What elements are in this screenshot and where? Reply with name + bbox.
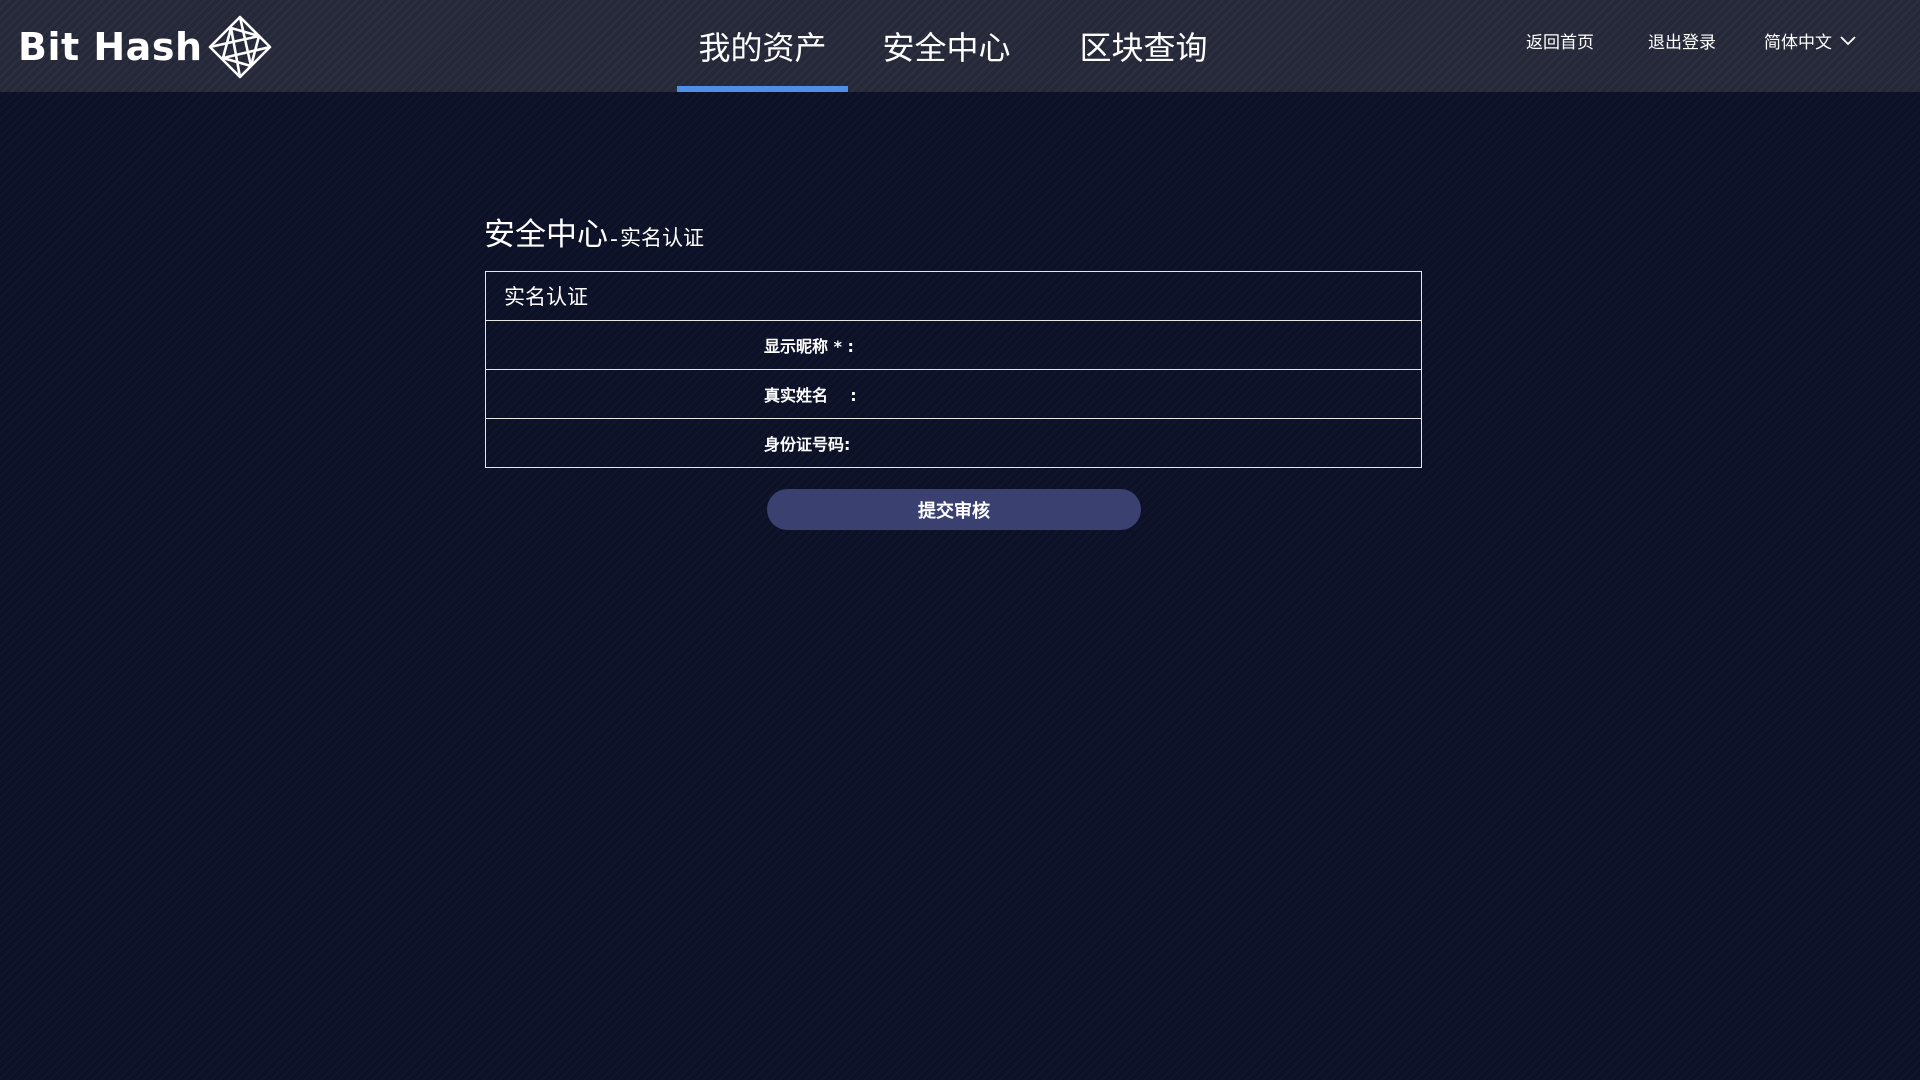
form-row-nickname: 显示昵称 * : (486, 321, 1421, 370)
id-number-label: 身份证号码: (764, 435, 851, 454)
page-title-sub: 实名认证 (619, 226, 704, 250)
brand-name: Bit Hash (18, 25, 203, 69)
language-selector[interactable]: 简体中文 (1764, 28, 1856, 53)
diamond-geometric-logo-icon (208, 15, 271, 79)
home-link[interactable]: 返回首页 (1526, 28, 1594, 53)
nickname-input[interactable] (856, 329, 1380, 363)
main-nav: 我的资产 安全中心 区块查询 (677, 0, 1242, 92)
nav-tab-my-assets[interactable]: 我的资产 (677, 0, 848, 92)
language-label: 简体中文 (1764, 33, 1832, 53)
page-title: 安全中心 - 实名认证 (484, 209, 704, 254)
real-name-label: 真实姓名 : (764, 386, 857, 405)
page-title-main: 安全中心 (484, 217, 608, 253)
logout-link[interactable]: 退出登录 (1648, 28, 1716, 53)
form-row-real-name: 真实姓名 : (486, 370, 1421, 419)
top-navigation-bar: Bit Hash 我的资产 安全中心 区块查询 返回首页 退出登录 简体中文 (0, 0, 1920, 92)
brand-logo[interactable]: Bit Hash (18, 14, 273, 80)
header-links: 返回首页 退出登录 简体中文 (1472, 28, 1856, 53)
page-title-separator: - (610, 227, 618, 252)
form-header: 实名认证 (486, 272, 1421, 321)
nav-tab-security-center[interactable]: 安全中心 (848, 0, 1045, 92)
real-name-input[interactable] (856, 378, 1380, 412)
submit-review-button[interactable]: 提交审核 (767, 489, 1141, 530)
verification-form: 实名认证 显示昵称 * : 真实姓名 : 身份证号码: (485, 271, 1422, 468)
id-number-input[interactable] (856, 427, 1380, 461)
form-row-id-number: 身份证号码: (486, 419, 1421, 467)
chevron-down-icon (1840, 35, 1856, 45)
nav-tab-block-query[interactable]: 区块查询 (1045, 0, 1242, 92)
nickname-label: 显示昵称 * : (764, 337, 854, 356)
